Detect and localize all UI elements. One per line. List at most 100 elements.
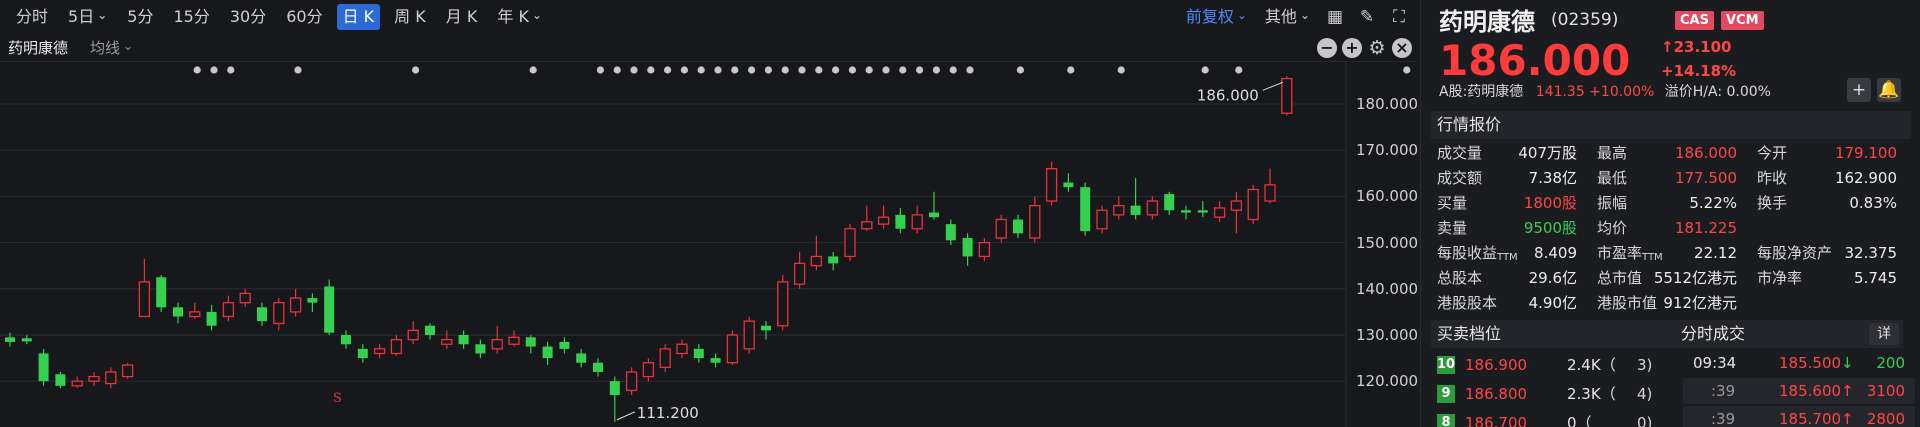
period-tab[interactable]: 5分 (121, 4, 159, 30)
price-change: ↑23.100 (1661, 38, 1732, 56)
candle-body (559, 341, 570, 349)
candle-body (173, 307, 183, 317)
period-tab[interactable]: 分时 (10, 4, 54, 30)
candle (1281, 76, 1293, 116)
candle (357, 344, 368, 363)
quote-cell: 今开 179.100 (1757, 141, 1897, 166)
candle (324, 279, 335, 335)
quote-section-header: 行情报价 (1431, 111, 1911, 139)
period-tab[interactable]: 周 K (388, 4, 432, 30)
quote-cell: 均价 181.225 (1597, 216, 1737, 241)
settings-gear-icon[interactable]: ⚙ (1367, 38, 1387, 58)
quote-row: 港股股本 4.90亿 港股市值 912亿港元 (1437, 291, 1909, 316)
candle-body (1197, 210, 1208, 213)
period-tab[interactable]: 5日 (62, 4, 113, 30)
candle-body (1146, 200, 1159, 216)
event-dot (1201, 66, 1209, 74)
period-tab[interactable]: 月 K (440, 4, 484, 30)
book-level: 9 (1437, 385, 1455, 403)
candle-body (844, 228, 856, 258)
candles (5, 76, 1293, 422)
candle-body (659, 348, 671, 368)
candle (793, 251, 806, 289)
low-arrow (616, 411, 636, 421)
quote-label: 成交量 (1437, 144, 1483, 162)
candle (373, 344, 386, 359)
book-price: 186.900 (1465, 356, 1528, 374)
book-volume: 2.4K（ (1567, 356, 1616, 374)
adjust-dropdown[interactable]: 前复权 (1180, 4, 1253, 30)
quote-cell: 港股市值 912亿港元 (1597, 291, 1737, 316)
quote-label: 均价 (1597, 219, 1628, 237)
candle-body (138, 281, 151, 318)
quote-panel: 药明康德 (02359) CAS VCM 186.000 ↑23.100 +14… (1420, 0, 1920, 427)
event-dot (210, 66, 218, 74)
quote-cell: 每股净资产 32.375 (1757, 241, 1897, 266)
sell-marker: S (333, 391, 342, 406)
quote-row: 总股本 29.6亿 总市值 5512亿港元 市净率 5.745 (1437, 266, 1909, 291)
candle-body (911, 214, 923, 230)
add-watchlist-button[interactable]: + (1847, 78, 1871, 102)
zoom-out-icon[interactable]: − (1317, 38, 1337, 58)
stock-name: 药明康德 (1439, 8, 1535, 36)
candle (341, 330, 351, 349)
fullscreen-icon[interactable]: ⛶ (1386, 7, 1412, 27)
event-dot (227, 66, 235, 74)
draw-pen-icon[interactable]: ✎ (1354, 7, 1380, 27)
order-book-title: 买卖档位 (1437, 324, 1502, 343)
more-dropdown[interactable]: 其他 (1259, 4, 1316, 30)
y-tick-label: 180.000 (1356, 95, 1419, 113)
period-tab[interactable]: 15分 (167, 4, 215, 30)
candle (173, 302, 183, 324)
candle (138, 258, 151, 318)
book-level: 10 (1437, 356, 1456, 374)
quote-label: 昨收 (1757, 169, 1788, 187)
period-tab[interactable]: 30分 (224, 4, 272, 30)
candle (945, 219, 956, 245)
candle-body (828, 256, 839, 264)
period-tab[interactable]: 日 K (336, 4, 381, 30)
event-dot (613, 66, 621, 74)
quote-label: 今开 (1757, 144, 1788, 162)
low-price-label: 111.200 (637, 404, 699, 422)
candle (390, 335, 403, 356)
candle (1045, 161, 1058, 206)
trades-detail-button[interactable]: 详 (1869, 323, 1899, 345)
candle (525, 335, 536, 354)
candle-body (726, 334, 739, 364)
price-change-pct: +14.18% (1661, 62, 1737, 80)
candle (559, 337, 570, 354)
chart-panel: 分时 5日 5分 15分 30分 60分日 K 周 K 月 K 年 K 前复权 其他 ▦ ✎ ⛶… (0, 0, 1419, 427)
alert-bell-icon[interactable]: 🔔 (1877, 78, 1901, 102)
candle-body (38, 353, 49, 382)
candle (810, 235, 823, 271)
zoom-in-icon[interactable]: + (1342, 38, 1362, 58)
period-tab[interactable]: 60分 (280, 4, 328, 30)
candle (761, 321, 771, 340)
ma-dropdown[interactable]: 均线 (90, 37, 133, 58)
high-price-label: 186.000 (1197, 86, 1259, 104)
quote-value: 181.225 (1674, 219, 1737, 237)
event-dot (764, 66, 773, 74)
stock-code: (02359) (1551, 10, 1619, 30)
period-tab[interactable]: 年 K (491, 4, 548, 30)
layout-grid-icon[interactable]: ▦ (1322, 7, 1348, 27)
kline-chart[interactable]: 186.000 111.200 S (0, 62, 1416, 427)
candle-body (373, 348, 386, 355)
chart-stock-name: 药明康德 (8, 39, 69, 57)
event-dot (798, 66, 806, 74)
candle (189, 302, 201, 319)
candle-body (877, 216, 890, 225)
quote-cell: 最低 177.500 (1597, 166, 1737, 191)
candle-body (390, 338, 403, 355)
trade-price: 185.500↓ (1779, 350, 1854, 376)
candle (1113, 196, 1125, 220)
candle-body (1264, 184, 1276, 202)
close-icon[interactable]: × (1392, 38, 1412, 58)
candle (659, 344, 671, 372)
candle-body (945, 224, 956, 241)
candle-body (324, 286, 335, 333)
quote-value: 912亿港元 (1663, 294, 1737, 312)
event-dot (899, 66, 907, 74)
trade-row: :39 185.700↑ 2800 (1683, 406, 1915, 427)
